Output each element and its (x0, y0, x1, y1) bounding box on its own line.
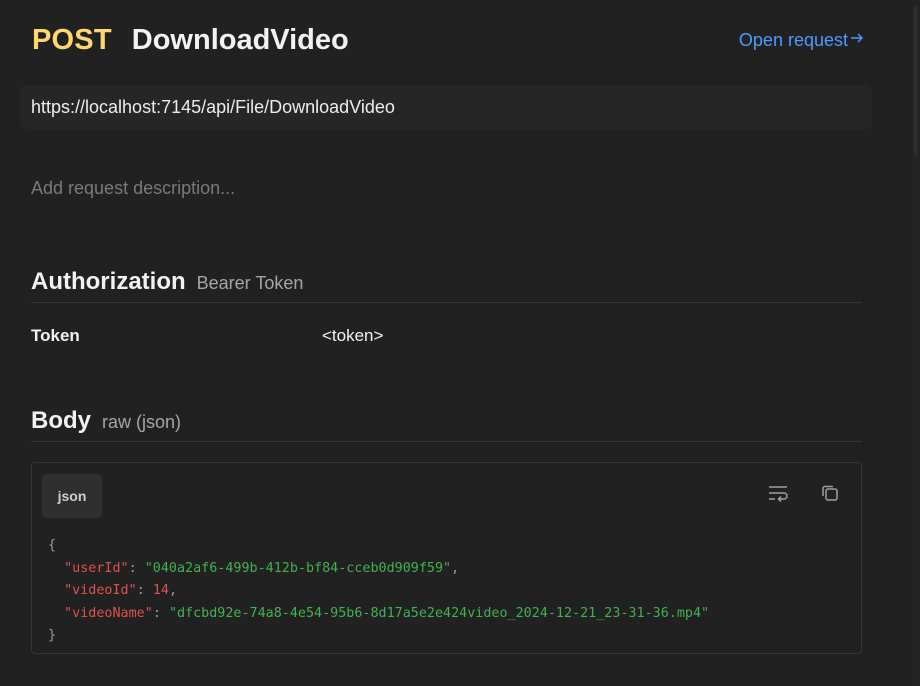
scrollbar-thumb[interactable] (914, 6, 917, 156)
request-description[interactable]: Add request description... (31, 178, 235, 199)
request-url[interactable]: https://localhost:7145/api/File/Download… (31, 97, 395, 118)
authorization-divider (31, 302, 862, 303)
authorization-heading: Authorization (31, 268, 186, 295)
json-close-brace: } (48, 628, 57, 644)
auth-token-value: <token> (322, 326, 384, 345)
open-request-label: Open request (738, 29, 848, 50)
json-key: "videoName" (64, 605, 153, 621)
json-number-value: 14 (152, 583, 169, 599)
json-key: "videoId" (64, 583, 137, 599)
json-colon: : (136, 583, 153, 599)
json-comma: , (451, 560, 460, 576)
method-badge: POST (32, 23, 112, 56)
request-name: DownloadVideo (131, 23, 349, 56)
language-tag[interactable]: json (42, 474, 102, 518)
arrow-right-icon (850, 31, 864, 50)
body-divider (31, 441, 862, 442)
json-key: "userId" (64, 560, 129, 576)
wrap-text-icon[interactable] (764, 479, 792, 507)
authorization-type: Bearer Token (196, 273, 304, 293)
scrollbar[interactable] (912, 0, 920, 686)
open-request-link[interactable]: Open request (739, 30, 864, 51)
json-colon: : (128, 560, 145, 576)
copy-icon[interactable] (816, 479, 844, 507)
json-body[interactable]: { "userId": "040a2af6-499b-412b-bf84-cce… (48, 535, 709, 648)
auth-token-key: Token (31, 326, 80, 345)
url-bar[interactable]: https://localhost:7145/api/File/Download… (20, 85, 872, 129)
json-string-value: "040a2af6-499b-412b-bf84-cceb0d909f59" (144, 560, 452, 576)
body-heading: Body (31, 407, 91, 434)
json-string-value: "dfcbd92e-74a8-4e54-95b6-8d17a5e2e424vid… (168, 605, 710, 621)
json-colon: : (152, 605, 169, 621)
code-block: json { "userId": "040a2af6-499b-412b-bf8… (31, 462, 862, 654)
json-comma: , (168, 583, 177, 599)
authorization-section-title: Authorization Bearer Token (31, 268, 303, 296)
body-section-title: Body raw (json) (31, 407, 181, 435)
json-open-brace: { (48, 538, 57, 553)
body-mode: raw (json) (102, 412, 182, 432)
request-header: POST DownloadVideo Open request (32, 22, 864, 58)
